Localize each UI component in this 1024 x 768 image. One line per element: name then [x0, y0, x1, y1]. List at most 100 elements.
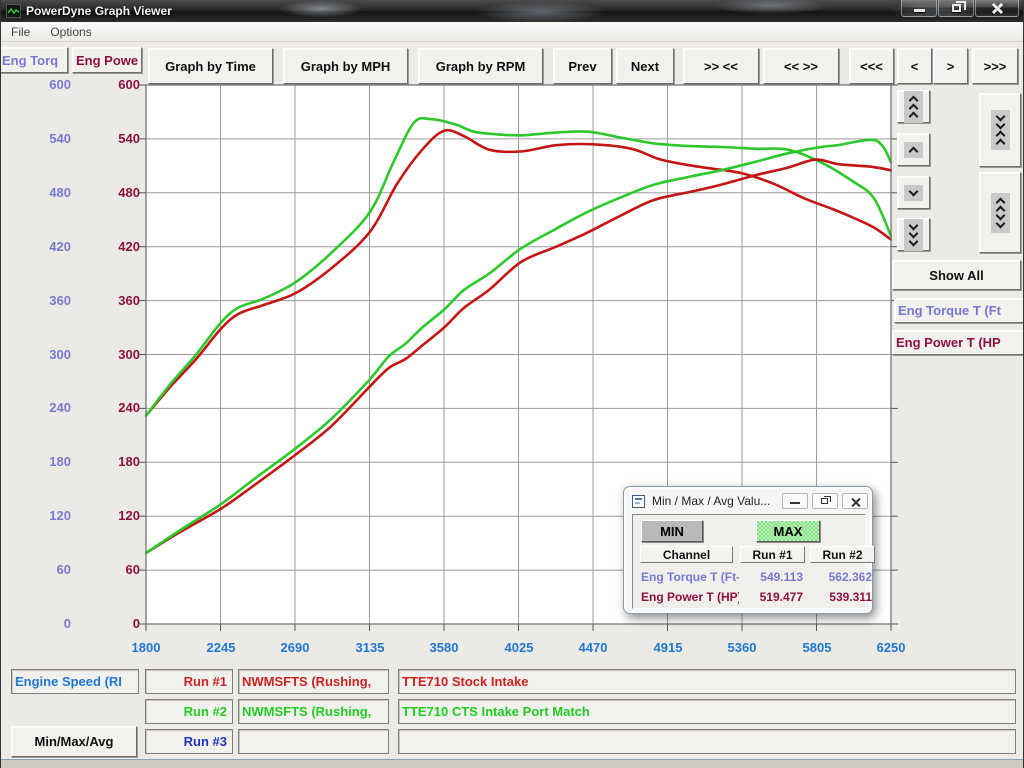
close-icon — [851, 497, 862, 508]
y-zoom-in-button[interactable] — [979, 93, 1021, 167]
x-axis-label-rpm: 5360 — [712, 640, 772, 655]
torque-channel-button[interactable]: Eng Torque T (Ft — [894, 298, 1024, 323]
y-axis-label-power: 420 — [80, 239, 140, 254]
minmax-close-button[interactable] — [842, 493, 868, 509]
y-axis-label-power: 600 — [80, 77, 140, 92]
y-pan-down-fast-button[interactable] — [897, 218, 930, 251]
column-header-channel[interactable]: Channel — [640, 546, 733, 563]
y-axis-label-torque: 0 — [11, 616, 71, 631]
chevrons-inward-icon — [991, 110, 1010, 150]
run1-description-box: TTE710 Stock Intake — [398, 669, 1016, 694]
minmax-body: MIN MAX Channel Run #1 Run #2 Eng Torque… — [632, 514, 866, 609]
close-button[interactable] — [975, 0, 1019, 17]
y-axis-label-torque: 120 — [11, 508, 71, 523]
pan-right-fast-button[interactable]: >>> — [972, 48, 1018, 84]
y-axis-label-torque: 240 — [11, 400, 71, 415]
run2-description-box: TTE710 CTS Intake Port Match — [398, 699, 1016, 724]
column-header-run2[interactable]: Run #2 — [810, 546, 875, 563]
window-bottom-frame — [1, 759, 1024, 768]
column-header-run1[interactable]: Run #1 — [740, 546, 805, 563]
x-axis-label-rpm: 3135 — [340, 640, 400, 655]
y-pan-down-button[interactable] — [897, 176, 930, 209]
y-axis-label-torque: 540 — [11, 131, 71, 146]
y-axis-label-power: 240 — [80, 400, 140, 415]
minimize-icon — [790, 502, 800, 504]
y-axis-label-power: 0 — [80, 616, 140, 631]
minmax-minimize-button[interactable] — [782, 493, 808, 509]
pan-right-button[interactable]: > — [933, 48, 968, 84]
minimize-icon — [914, 9, 925, 12]
x-axis-label-rpm: 1800 — [116, 640, 176, 655]
graph-by-time-button[interactable]: Graph by Time — [148, 48, 273, 84]
chevron-up-icon — [904, 142, 923, 158]
graph-by-mph-button[interactable]: Graph by MPH — [283, 48, 408, 84]
power-channel-button[interactable]: Eng Power T (HP — [892, 330, 1024, 355]
restore-button[interactable] — [938, 0, 974, 17]
x-axis-label-rpm: 3580 — [414, 640, 474, 655]
y-axis-label-power: 360 — [80, 293, 140, 308]
minmax-window-icon — [632, 495, 645, 508]
graph-by-rpm-button[interactable]: Graph by RPM — [418, 48, 543, 84]
menu-file[interactable]: File — [1, 23, 40, 41]
y-axis-label-power: 480 — [80, 185, 140, 200]
minmax-row-run1-value: 519.477 — [740, 590, 803, 605]
max-toggle-button[interactable]: MAX — [756, 520, 820, 542]
y-axis-label-torque: 180 — [11, 454, 71, 469]
triple-chevron-up-icon — [904, 91, 923, 123]
pan-left-button[interactable]: < — [897, 48, 932, 84]
y-axis-label-torque: 60 — [11, 562, 71, 577]
x-axis-label-rpm: 4470 — [563, 640, 623, 655]
minmaxavg-button[interactable]: Min/Max/Avg — [11, 726, 137, 757]
menu-bar: File Options — [1, 22, 1024, 42]
minmax-row-run2-value: 539.311 — [810, 590, 872, 605]
y-axis-label-torque: 300 — [11, 347, 71, 362]
x-axis-label-rpm: 5805 — [787, 640, 847, 655]
menu-options[interactable]: Options — [40, 23, 101, 41]
y-axis-label-torque: 480 — [11, 185, 71, 200]
powerdyne-window: PowerDyne Graph Viewer File Options Eng … — [0, 0, 1024, 768]
y-axis-label-torque: 360 — [11, 293, 71, 308]
x-axis-label-rpm: 4025 — [489, 640, 549, 655]
chevron-down-icon — [904, 185, 923, 201]
app-icon — [6, 4, 21, 18]
minimize-button[interactable] — [901, 0, 937, 17]
minmax-window-title: Min / Max / Avg Valu... — [652, 494, 770, 508]
x-axis-label-rpm: 2245 — [191, 640, 251, 655]
y-axis-label-power: 540 — [80, 131, 140, 146]
y-axis-label-power: 120 — [80, 508, 140, 523]
minmax-title-bar[interactable]: Min / Max / Avg Valu... — [628, 491, 868, 511]
restore-icon — [821, 498, 828, 504]
run1-label-box: Run #1 — [145, 669, 233, 694]
run3-description-box — [398, 729, 1016, 754]
y-pan-up-fast-button[interactable] — [897, 90, 930, 123]
run2-file-box: NWMSFTS (Rushing, — [238, 699, 389, 724]
close-icon — [992, 3, 1003, 14]
triple-chevron-down-icon — [904, 219, 923, 251]
y-axis-label-power: 60 — [80, 562, 140, 577]
next-button[interactable]: Next — [616, 48, 674, 84]
minmax-window[interactable]: Min / Max / Avg Valu... MIN MAX Channel … — [623, 486, 873, 614]
run3-file-box — [238, 729, 389, 754]
power-axis-button[interactable]: Eng Powe — [72, 47, 142, 73]
prev-button[interactable]: Prev — [553, 48, 612, 84]
run1-file-box: NWMSFTS (Rushing, — [238, 669, 389, 694]
run3-label-box: Run #3 — [145, 729, 233, 754]
minmax-row-channel: Eng Power T (HP) — [641, 590, 739, 605]
minmax-row-run1-value: 549.113 — [740, 570, 803, 585]
minmax-row-channel: Eng Torque T (Ft- — [641, 570, 739, 585]
torque-axis-button[interactable]: Eng Torq — [0, 47, 68, 73]
y-axis-label-power: 300 — [80, 347, 140, 362]
show-all-button[interactable]: Show All — [892, 260, 1021, 290]
y-zoom-out-button[interactable] — [979, 172, 1021, 253]
y-pan-up-button[interactable] — [897, 133, 930, 166]
x-axis-label-rpm: 2690 — [265, 640, 325, 655]
restore-icon — [952, 4, 961, 12]
x-axis-label-rpm: 6250 — [861, 640, 921, 655]
zoom-out-x-button[interactable]: << >> — [763, 48, 839, 84]
minmax-restore-button[interactable] — [812, 493, 838, 509]
title-bar[interactable]: PowerDyne Graph Viewer — [1, 0, 1024, 22]
zoom-in-x-button[interactable]: >> << — [683, 48, 759, 84]
pan-left-fast-button[interactable]: <<< — [849, 48, 894, 84]
min-toggle-button[interactable]: MIN — [641, 520, 703, 542]
x-axis-channel-box[interactable]: Engine Speed (RI — [11, 669, 139, 694]
